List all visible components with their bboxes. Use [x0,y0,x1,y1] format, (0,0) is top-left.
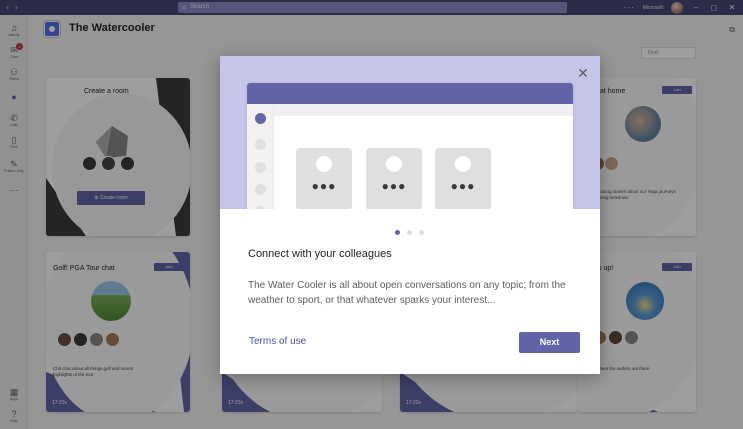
mock-rail-dot [255,206,266,209]
mock-room-tile: ●●● [366,148,422,209]
person-icon [316,156,332,172]
mock-tile-dots: ●●● [311,179,337,193]
person-icon [386,156,402,172]
pager-dot-1[interactable] [395,230,400,235]
mock-tile-dots: ●●● [450,179,476,193]
mock-rail-dot [255,162,266,173]
pager-dot-3[interactable] [419,230,424,235]
mock-tile-dots: ●●● [381,179,407,193]
pager-dot-2[interactable] [407,230,412,235]
onboarding-dialog: ●●● ●●● ●●● ✕ Connect with your colleagu… [220,56,600,374]
mock-rail [247,104,274,209]
mock-header-bar [247,83,573,104]
carousel-pager [395,230,424,235]
mock-subheader [274,104,573,116]
mock-room-tile: ●●● [435,148,491,209]
person-icon [455,156,471,172]
dialog-title: Connect with your colleagues [248,248,392,260]
next-button[interactable]: Next [519,332,580,353]
dialog-body: The Water Cooler is all about open conve… [248,280,566,306]
mock-rail-dot [255,139,266,150]
close-icon[interactable]: ✕ [576,66,590,80]
dialog-hero-illustration: ●●● ●●● ●●● ✕ [220,56,600,209]
terms-of-use-link[interactable]: Terms of use [249,336,306,347]
mock-room-tile: ●●● [296,148,352,209]
mock-rail-dot [255,184,266,195]
mock-rail-dot [255,113,266,124]
